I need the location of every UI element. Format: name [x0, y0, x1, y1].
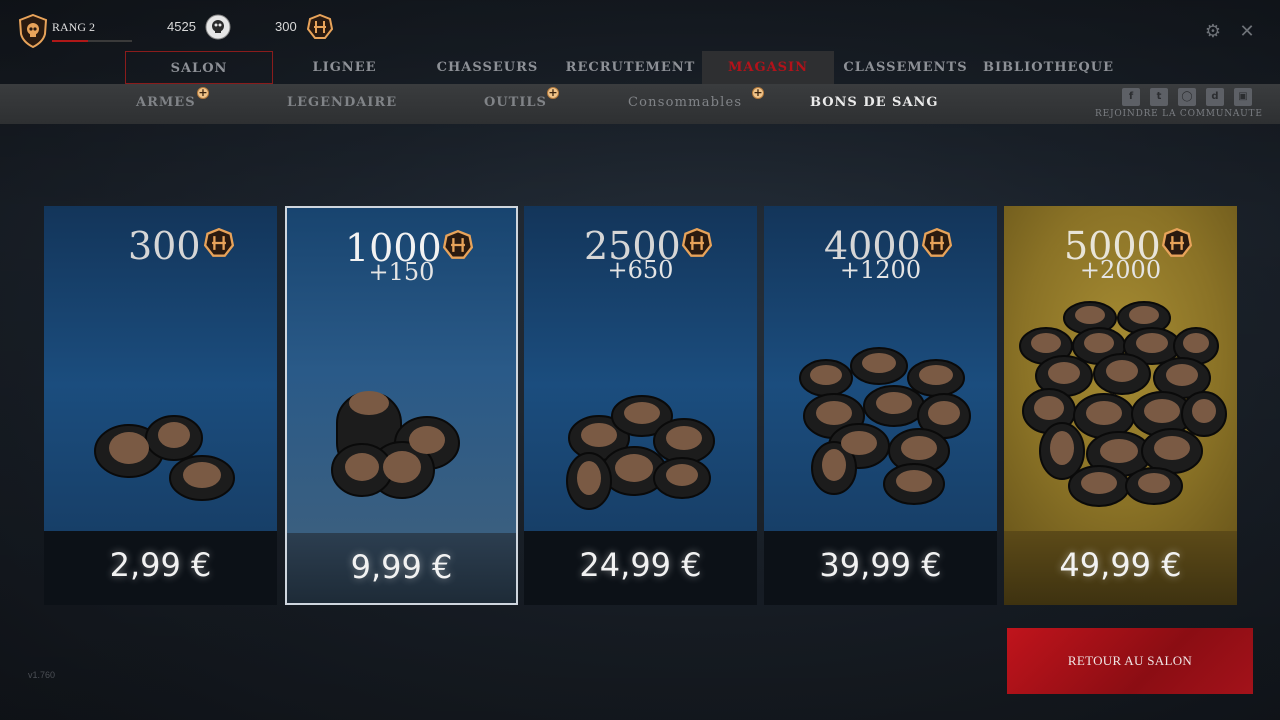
tab-recrutement[interactable]: RECRUTEMENT: [559, 51, 702, 84]
tab-salon[interactable]: SALON: [125, 51, 273, 84]
blood-bond-icon: [921, 227, 953, 258]
blood-bond-icon: [442, 229, 474, 260]
blood-bond-icon: [1161, 227, 1193, 258]
tab-chasseurs[interactable]: CHASSEURS: [416, 51, 559, 84]
tab-bibliotheque[interactable]: BIBLIOTHEQUE: [977, 51, 1120, 84]
version-label: v1.760: [28, 670, 56, 680]
subtab-outils[interactable]: OUTILS: [484, 95, 547, 110]
subtab-legendaire[interactable]: LEGENDAIRE: [287, 95, 397, 110]
offer-bonus: +150: [368, 258, 435, 286]
blood-bond-icon: [681, 227, 713, 258]
tab-magasin[interactable]: MAGASIN: [702, 51, 834, 84]
offer-price: 2,99 €: [109, 546, 212, 584]
offer-bonus: +2000: [1079, 256, 1162, 284]
offer-bonus: +650: [607, 256, 674, 284]
facebook-icon[interactable]: f: [1122, 88, 1140, 106]
new-item-plus-icon: +: [547, 86, 559, 99]
offer-amount: 300: [128, 224, 201, 268]
blood-bond-icon: [306, 13, 334, 40]
offer-price: 24,99 €: [579, 546, 702, 584]
return-to-lobby-button[interactable]: RETOUR AU SALON: [1007, 628, 1253, 694]
offer-card[interactable]: 5000 +2000 49,99 €: [1004, 206, 1237, 605]
rank-progress-bar: [52, 40, 132, 42]
community-label: REJOINDRE LA COMMUNAUTE: [1095, 109, 1263, 119]
rank-label: RANG 2: [52, 20, 96, 34]
new-item-plus-icon: +: [752, 86, 764, 99]
offer-price: 9,99 €: [350, 548, 453, 586]
offer-card-selected[interactable]: 1000 +150 9,99 €: [285, 206, 518, 605]
tab-lignee[interactable]: LIGNEE: [273, 51, 416, 84]
skull-coin-icon: [205, 14, 231, 40]
offer-bonus: +1200: [839, 256, 922, 284]
close-icon[interactable]: ✕: [1237, 22, 1257, 42]
subtab-armes[interactable]: ARMES: [136, 95, 196, 110]
twitch-icon[interactable]: ▣: [1234, 88, 1252, 106]
blood-bond-icon: [203, 227, 235, 258]
blood-bonds-value: 300: [275, 19, 297, 34]
tab-classements[interactable]: CLASSEMENTS: [834, 51, 977, 84]
new-item-plus-icon: +: [197, 86, 209, 99]
rank-skull-icon: [18, 13, 48, 49]
subtab-consommables[interactable]: Consommables: [628, 95, 742, 110]
offer-price: 39,99 €: [819, 546, 942, 584]
offer-card[interactable]: 300 2,99 €: [44, 206, 277, 605]
offer-price: 49,99 €: [1059, 546, 1182, 584]
subtab-bons-de-sang[interactable]: BONS DE SANG: [810, 95, 939, 110]
discord-icon[interactable]: d: [1206, 88, 1224, 106]
rank-progress-fill: [52, 40, 88, 42]
top-status-bar: RANG 2 4525 300 ⚙ ✕: [0, 0, 1280, 52]
offer-card[interactable]: 2500 +650 24,99 €: [524, 206, 757, 605]
instagram-icon[interactable]: ◯: [1178, 88, 1196, 106]
main-navigation: SALON LIGNEE CHASSEURS RECRUTEMENT MAGAS…: [125, 51, 1120, 84]
offer-card[interactable]: 4000 +1200 39,99 €: [764, 206, 997, 605]
bloodline-currency-value: 4525: [167, 19, 196, 34]
twitter-icon[interactable]: t: [1150, 88, 1168, 106]
settings-gear-icon[interactable]: ⚙: [1203, 22, 1223, 42]
shop-sub-navigation: ARMES + LEGENDAIRE OUTILS + Consommables…: [0, 84, 1280, 124]
